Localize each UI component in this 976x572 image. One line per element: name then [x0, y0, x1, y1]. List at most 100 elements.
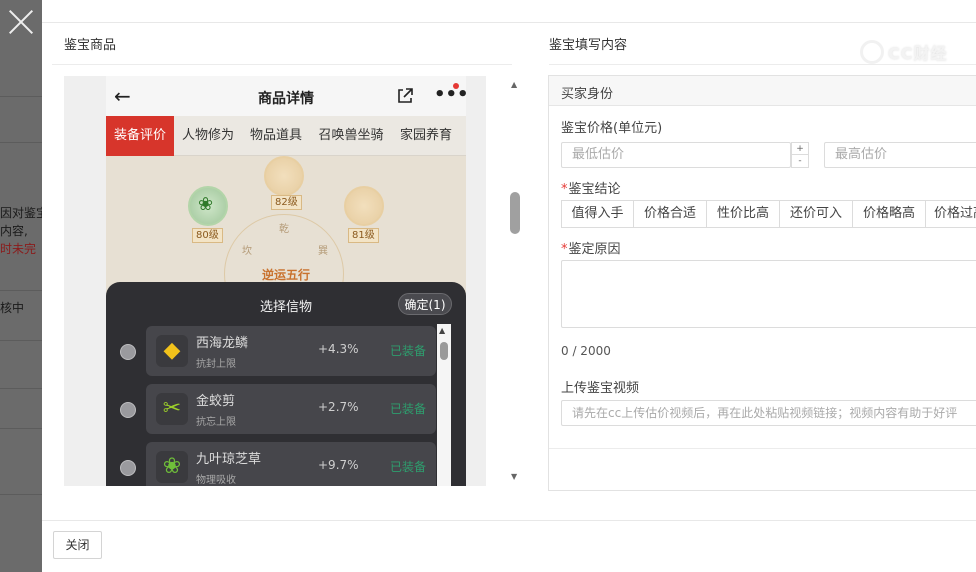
- preview-scroll-thumb[interactable]: [510, 192, 520, 234]
- appraisal-modal: 鉴宝商品 鉴宝填写内容 CC财经 ← 商品详情 ••• 装备评价 人物修为 物品…: [42, 0, 976, 572]
- backdrop-divider: [0, 428, 42, 429]
- price-label: 鉴宝价格(单位元): [561, 121, 663, 136]
- yellow-scale-icon: ◆: [156, 335, 188, 367]
- required-mark: *: [561, 242, 568, 257]
- tab-summons[interactable]: 召唤兽坐骑: [312, 116, 390, 156]
- buyer-identity-label: 买家身份: [561, 87, 614, 102]
- herb-slot-orb[interactable]: ❀: [188, 186, 228, 226]
- backdrop-text: 核中: [0, 301, 25, 315]
- tab-equipment-rating[interactable]: 装备评价: [106, 116, 174, 156]
- reason-label-text: 鉴定原因: [568, 242, 621, 257]
- right-section-title: 鉴宝填写内容: [549, 38, 628, 53]
- item-attr: 抗封上限: [196, 359, 236, 370]
- form-divider: [549, 448, 976, 449]
- scroll-up-icon[interactable]: ▲: [439, 326, 445, 335]
- reason-textarea[interactable]: [561, 260, 976, 328]
- item-status: 已装备: [390, 460, 427, 474]
- level-badge: 81级: [348, 228, 379, 243]
- item-radio[interactable]: [120, 344, 136, 360]
- item-attr: 物理吸收: [196, 475, 236, 486]
- stepper-up-icon[interactable]: +: [792, 143, 808, 155]
- tab-home[interactable]: 家园养育: [392, 116, 460, 156]
- tab-items[interactable]: 物品道具: [242, 116, 310, 156]
- item-pct: +4.3%: [318, 342, 359, 356]
- ring-char: 巽: [318, 246, 328, 257]
- video-link-input[interactable]: 请先在cc上传估价视频后，再在此处粘贴视频链接；视频内容有助于好评: [561, 400, 976, 426]
- level-badge: 82级: [271, 195, 302, 210]
- item-card[interactable]: ◆ 西海龙鳞 抗封上限 +4.3% 已装备: [146, 326, 436, 376]
- price-stepper[interactable]: + -: [791, 142, 809, 168]
- backdrop-divider: [0, 340, 42, 341]
- level-badge: 80级: [192, 228, 223, 243]
- sheet-scroll-thumb[interactable]: [440, 342, 448, 360]
- backdrop-text: 时未完: [0, 242, 37, 256]
- close-icon[interactable]: [5, 6, 37, 38]
- backdrop-text: 内容,: [0, 224, 28, 238]
- section-divider: [52, 64, 512, 65]
- conclusion-option[interactable]: 价格过高: [925, 200, 976, 228]
- item-status: 已装备: [390, 344, 427, 358]
- more-icon[interactable]: •••: [434, 86, 466, 104]
- conclusion-option[interactable]: 值得入手: [561, 200, 634, 228]
- item-card[interactable]: ✂ 金蛟剪 抗忘上限 +2.7% 已装备: [146, 384, 436, 434]
- conclusion-label-text: 鉴宝结论: [568, 182, 621, 197]
- confirm-button[interactable]: 确定(1): [398, 293, 452, 315]
- reason-label: *鉴定原因: [561, 238, 621, 257]
- conclusion-option[interactable]: 还价可入: [779, 200, 853, 228]
- backdrop-divider: [0, 96, 42, 97]
- conclusion-option[interactable]: 性价比高: [706, 200, 780, 228]
- backdrop-divider: [0, 494, 42, 495]
- item-status: 已装备: [390, 402, 427, 416]
- footer-divider: [42, 520, 976, 521]
- scroll-down-icon[interactable]: ▼: [511, 472, 517, 481]
- char-counter: 0 / 2000: [561, 344, 611, 358]
- backdrop-divider: [0, 388, 42, 389]
- conclusion-option[interactable]: 价格略高: [852, 200, 926, 228]
- page-backdrop: 因对鉴宝 内容, 时未完 核中: [0, 0, 42, 572]
- item-radio[interactable]: [120, 402, 136, 418]
- video-label: 上传鉴宝视频: [561, 381, 640, 396]
- list-item[interactable]: ❀ 九叶琼芝草 物理吸收 +9.7% 已装备: [106, 442, 466, 486]
- watermark-text: CC财经: [888, 44, 948, 63]
- phone-tabs: 装备评价 人物修为 物品道具 召唤兽坐骑 家园养育: [106, 116, 466, 156]
- scroll-up-icon[interactable]: ▲: [511, 80, 517, 89]
- product-preview: ← 商品详情 ••• 装备评价 人物修为 物品道具 召唤兽坐骑 家园养育 82级: [64, 76, 486, 486]
- stepper-down-icon[interactable]: -: [792, 155, 808, 167]
- item-radio[interactable]: [120, 460, 136, 476]
- watermark-logo: CC财经: [860, 38, 976, 66]
- share-icon[interactable]: [396, 87, 414, 105]
- appraisal-form: 买家身份 鉴宝价格(单位元) 最低估价 + - 最高估价 *鉴宝结论 值得入手 …: [548, 75, 976, 491]
- item-name: 西海龙鳞: [196, 336, 249, 351]
- max-price-input[interactable]: 最高估价: [824, 142, 976, 168]
- left-section-title: 鉴宝商品: [64, 38, 117, 53]
- phone-header: ← 商品详情 •••: [106, 76, 466, 116]
- item-pct: +2.7%: [318, 400, 359, 414]
- phone-screenshot: ← 商品详情 ••• 装备评价 人物修为 物品道具 召唤兽坐骑 家园养育 82级: [106, 76, 466, 486]
- center-label: 逆运五行: [261, 268, 310, 282]
- green-herb-icon: ❀: [156, 451, 188, 483]
- backdrop-divider: [0, 142, 42, 143]
- min-price-input[interactable]: 最低估价: [561, 142, 791, 168]
- conclusion-option[interactable]: 价格合适: [633, 200, 707, 228]
- ring-char: 坎: [242, 246, 252, 257]
- item-attr: 抗忘上限: [196, 417, 236, 428]
- conclusion-label: *鉴宝结论: [561, 178, 621, 197]
- item-name: 金蛟剪: [196, 394, 236, 409]
- list-item[interactable]: ✂ 金蛟剪 抗忘上限 +2.7% 已装备: [106, 384, 466, 434]
- notification-dot: [453, 83, 459, 89]
- buyer-identity-header: 买家身份: [549, 76, 976, 106]
- slot-orb[interactable]: [264, 156, 304, 196]
- item-card[interactable]: ❀ 九叶琼芝草 物理吸收 +9.7% 已装备: [146, 442, 436, 486]
- tab-character[interactable]: 人物修为: [174, 116, 242, 156]
- list-item[interactable]: ◆ 西海龙鳞 抗封上限 +4.3% 已装备: [106, 326, 466, 376]
- ring-char: 乾: [279, 224, 289, 235]
- close-button[interactable]: 关闭: [53, 531, 102, 559]
- backdrop-text: 因对鉴宝: [0, 206, 42, 220]
- slot-orb[interactable]: [344, 186, 384, 226]
- required-mark: *: [561, 182, 568, 197]
- golden-scissors-icon: ✂: [156, 393, 188, 425]
- item-name: 九叶琼芝草: [196, 452, 262, 467]
- modal-top-border: [42, 22, 976, 23]
- backdrop-divider: [0, 290, 42, 291]
- item-pct: +9.7%: [318, 458, 359, 472]
